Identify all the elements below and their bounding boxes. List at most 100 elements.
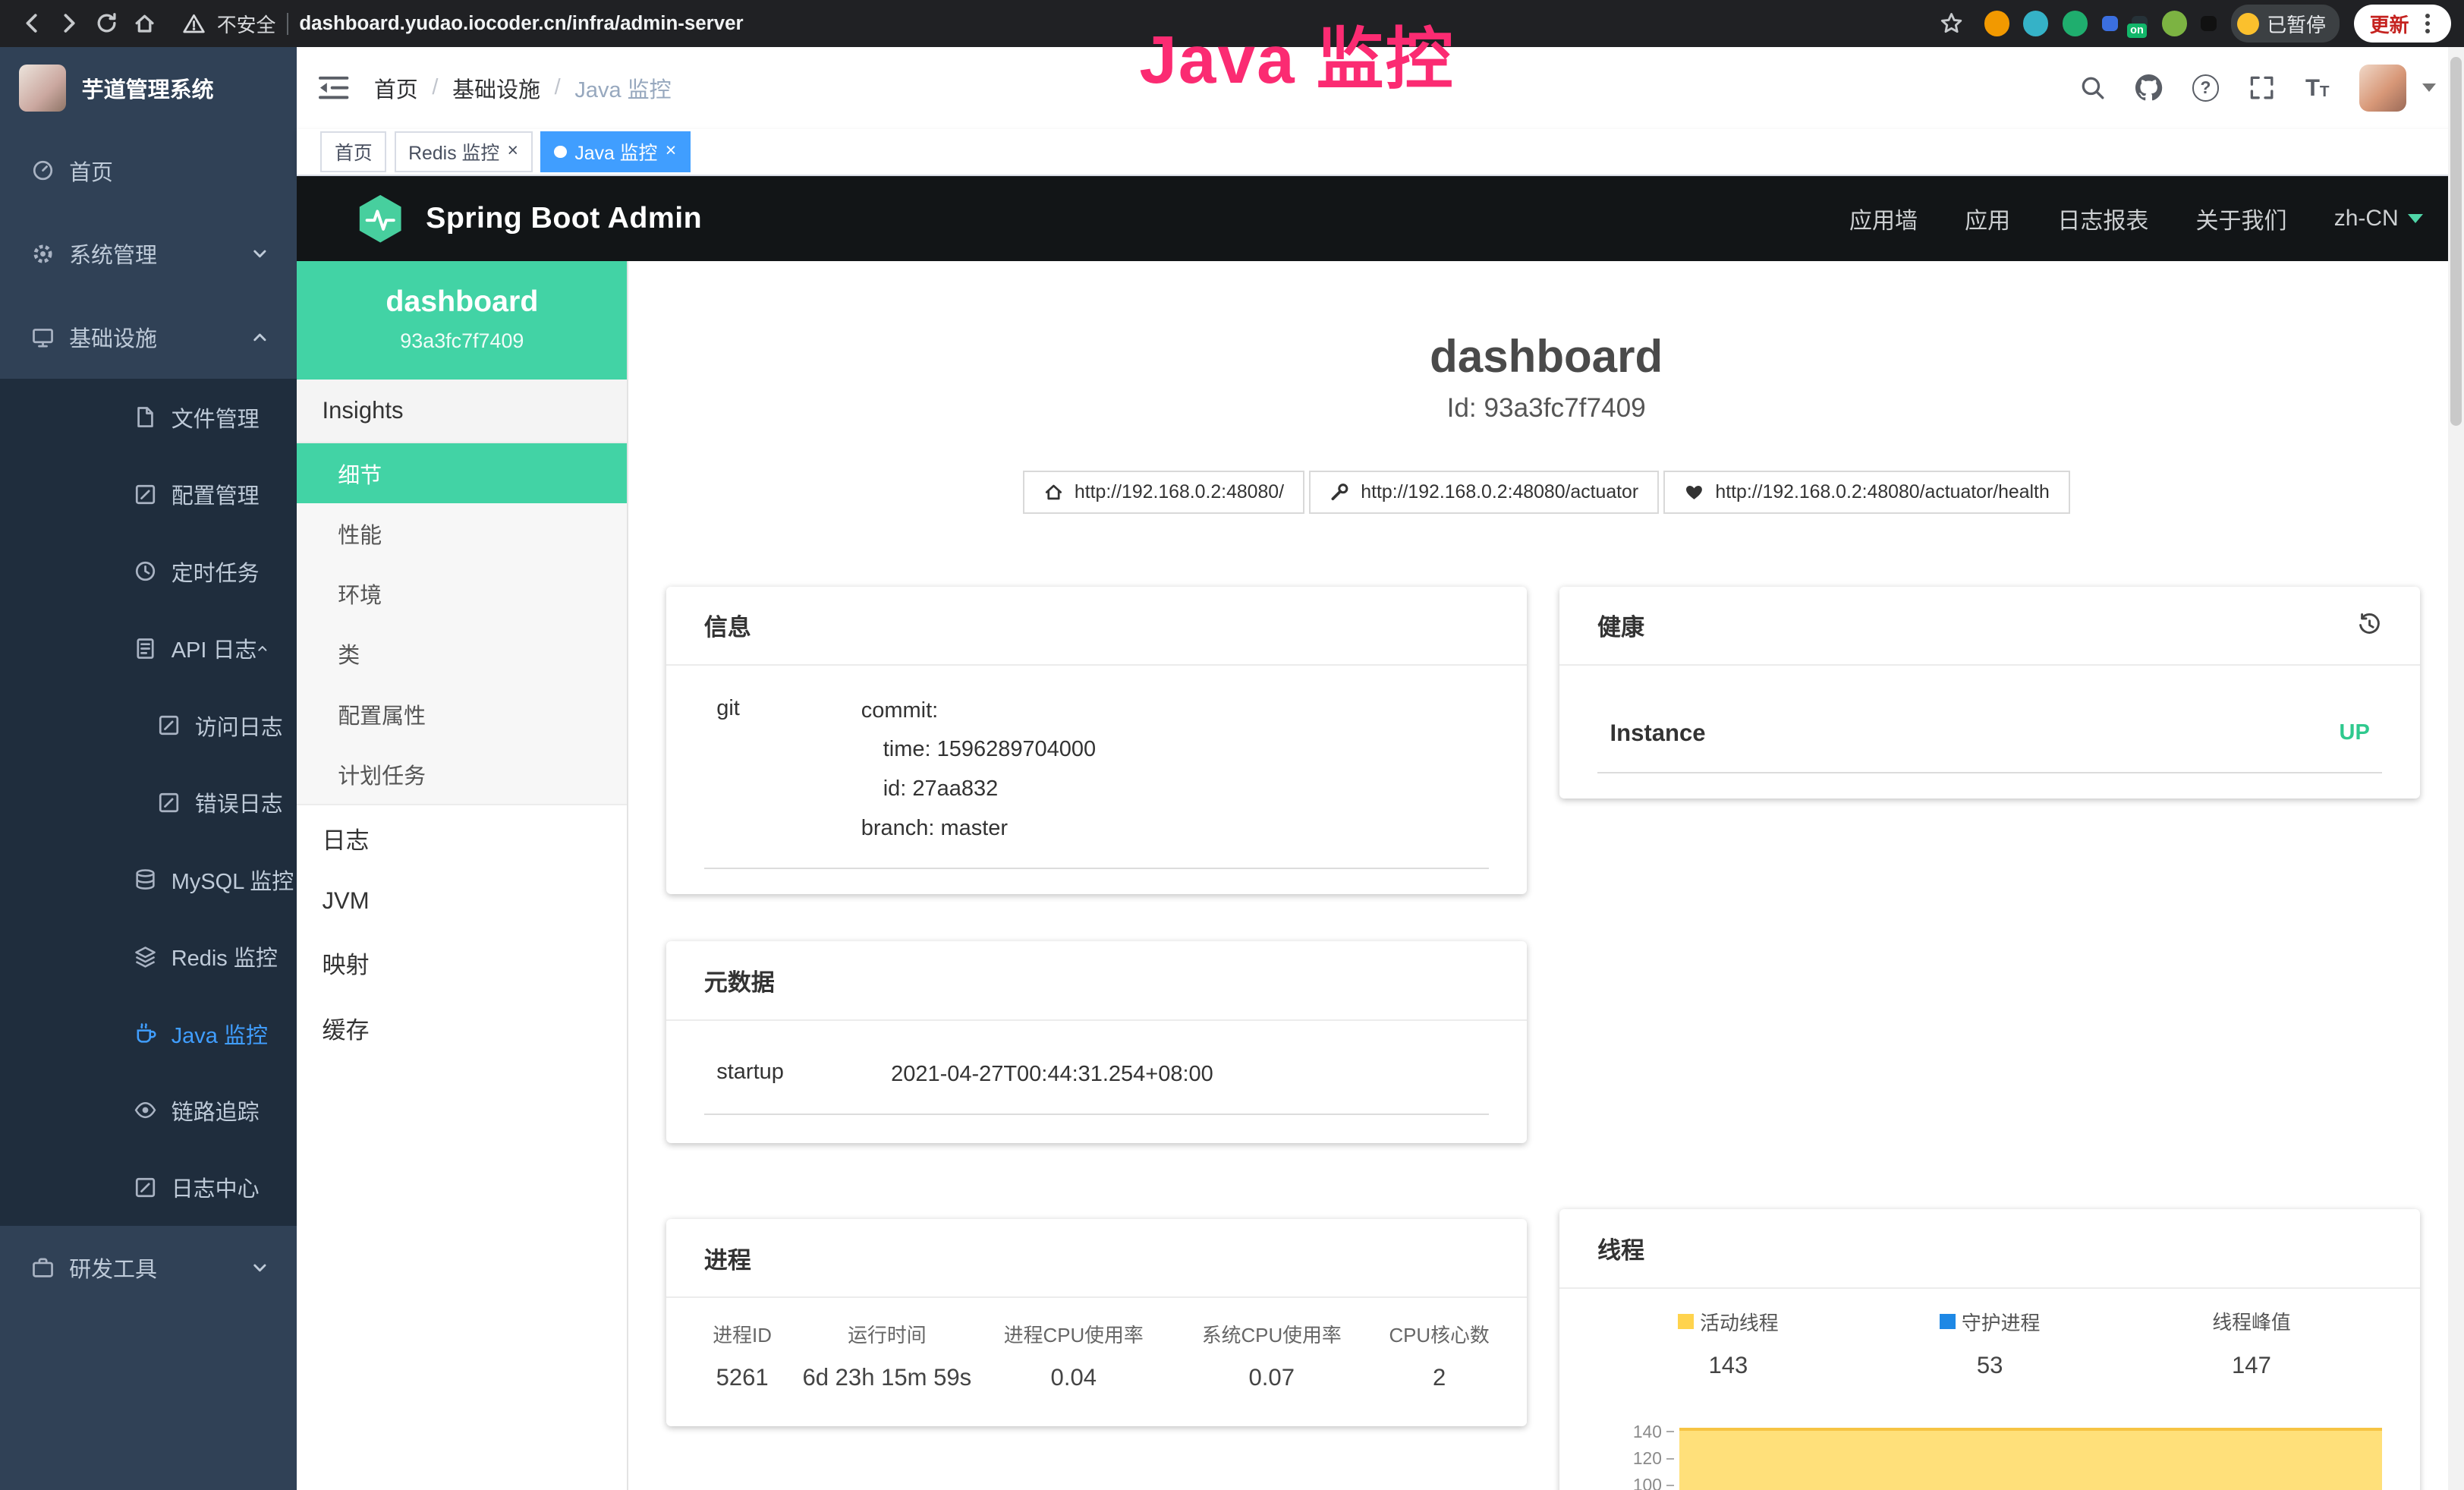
cards-area: 信息 git commit: time: 1596289704000 id: 2… xyxy=(666,587,2420,1490)
sidebar-item-api-logs[interactable]: API 日志 xyxy=(0,610,297,686)
file-icon xyxy=(134,405,157,429)
nav-item-classes[interactable]: 类 xyxy=(297,624,627,684)
extension-icon-3[interactable] xyxy=(2063,11,2088,36)
nav-group-jvm[interactable]: JVM xyxy=(297,871,627,930)
sidebar-item-file-mgmt[interactable]: 文件管理 xyxy=(0,379,297,455)
browser-refresh-icon[interactable] xyxy=(88,5,126,43)
sba-brand-title[interactable]: Spring Boot Admin xyxy=(426,201,702,235)
sidebar-item-infrastructure[interactable]: 基础设施 xyxy=(0,295,297,379)
tab-close-icon[interactable]: × xyxy=(508,142,519,161)
sidebar-item-redis-monitor[interactable]: Redis 监控 xyxy=(0,918,297,994)
sidebar-item-label: Redis 监控 xyxy=(172,940,278,972)
column-header: 进程ID xyxy=(685,1320,800,1348)
sidebar-item-trace[interactable]: 链路追踪 xyxy=(0,1072,297,1148)
sidebar-item-system-mgmt[interactable]: 系统管理 xyxy=(0,213,297,296)
tab-label: 首页 xyxy=(335,138,373,165)
nav-item-scheduled-tasks[interactable]: 计划任务 xyxy=(297,744,627,804)
sba-menu-about[interactable]: 关于我们 xyxy=(2196,202,2287,235)
sidebar-submenu-infrastructure: 文件管理 配置管理 定时任务 API 日志 xyxy=(0,379,297,1226)
edit-square-icon xyxy=(134,483,157,506)
browser-back-icon[interactable] xyxy=(13,5,51,43)
database-icon xyxy=(134,868,157,891)
nav-group-mappings[interactable]: 映射 xyxy=(297,930,627,995)
extension-icon-2[interactable] xyxy=(2023,11,2048,36)
avatar-caret-icon[interactable] xyxy=(2422,83,2436,92)
paused-profile-badge[interactable]: 已暂停 xyxy=(2231,5,2340,42)
font-size-icon[interactable]: TT xyxy=(2305,76,2330,99)
search-icon[interactable] xyxy=(2079,74,2106,101)
sba-locale-select[interactable]: zh-CN xyxy=(2334,206,2423,232)
nav-group-logs[interactable]: 日志 xyxy=(297,805,627,871)
breadcrumb-item-home[interactable]: 首页 xyxy=(374,72,418,104)
history-icon[interactable] xyxy=(2357,613,2382,638)
help-icon[interactable]: ? xyxy=(2192,74,2219,101)
git-commit-line: commit: xyxy=(861,691,1096,731)
sidebar-item-mysql-monitor[interactable]: MySQL 监控 xyxy=(0,841,297,918)
fullscreen-icon[interactable] xyxy=(2248,74,2275,101)
health-status-badge: UP xyxy=(2340,720,2370,745)
smiley-avatar-icon xyxy=(2237,13,2259,35)
extension-icon-5[interactable]: on xyxy=(2132,16,2148,32)
sidebar-item-home[interactable]: 首页 xyxy=(0,129,297,213)
extension-icon-6[interactable] xyxy=(2162,11,2187,36)
tab-label: Redis 监控 xyxy=(408,138,499,165)
nav-item-details[interactable]: 细节 xyxy=(297,443,627,503)
threads-card-title: 线程 xyxy=(1559,1209,2420,1289)
sba-menu-wallboard[interactable]: 应用墙 xyxy=(1849,202,1918,235)
y-axis-tick: 120 xyxy=(1597,1450,1674,1467)
browser-update-button[interactable]: 更新 xyxy=(2354,5,2451,42)
sidebar-item-label: 首页 xyxy=(69,155,113,187)
threads-legend: 活动线程 143 守护进程 53 线程峰值 xyxy=(1597,1307,2382,1379)
nav-item-environment[interactable]: 环境 xyxy=(297,563,627,623)
extension-icon-1[interactable] xyxy=(1984,11,2009,36)
tab-redis-monitor[interactable]: Redis 监控 × xyxy=(395,131,533,172)
dashboard-gauge-icon xyxy=(31,159,55,182)
metadata-key: startup xyxy=(716,1055,891,1095)
bookmark-star-icon[interactable] xyxy=(1932,5,1970,43)
sidebar-toggle-icon[interactable] xyxy=(319,74,348,101)
address-bar[interactable]: 不安全 dashboard.yudao.iocoder.cn/infra/adm… xyxy=(182,10,743,38)
github-icon[interactable] xyxy=(2135,74,2162,101)
instance-link-actuator[interactable]: http://192.168.0.2:48080/actuator xyxy=(1309,471,1659,514)
instance-header[interactable]: dashboard 93a3fc7f7409 xyxy=(297,261,627,380)
nav-item-performance[interactable]: 性能 xyxy=(297,503,627,563)
instance-link-root[interactable]: http://192.168.0.2:48080/ xyxy=(1023,471,1304,514)
sba-menu: 应用墙 应用 日志报表 关于我们 zh-CN xyxy=(1849,202,2423,235)
spring-boot-admin-logo-icon[interactable] xyxy=(354,192,407,245)
user-avatar[interactable] xyxy=(2359,65,2406,112)
sidebar-item-scheduled-tasks[interactable]: 定时任务 xyxy=(0,533,297,610)
app-logo[interactable]: 芋道管理系统 xyxy=(0,47,297,129)
breadcrumb-item-infrastructure[interactable]: 基础设施 xyxy=(452,72,540,104)
instance-link-health[interactable]: http://192.168.0.2:48080/actuator/health xyxy=(1663,471,2069,514)
process-column-system-cpu: 系统CPU使用率 0.07 xyxy=(1172,1320,1370,1391)
tab-home[interactable]: 首页 xyxy=(320,131,386,172)
tab-close-icon[interactable]: × xyxy=(666,142,677,161)
tab-java-monitor[interactable]: Java 监控 × xyxy=(540,131,691,172)
scrollbar-thumb[interactable] xyxy=(2450,57,2461,427)
nav-group-insights[interactable]: Insights xyxy=(297,380,627,443)
browser-home-icon[interactable] xyxy=(126,5,164,43)
browser-menu-kebab-icon[interactable] xyxy=(2420,14,2436,34)
sba-menu-journal[interactable]: 日志报表 xyxy=(2057,202,2148,235)
edit-square-icon xyxy=(134,1176,157,1199)
sidebar-item-error-logs[interactable]: 错误日志 xyxy=(0,764,297,840)
y-axis-tick: 140 xyxy=(1597,1423,1674,1441)
nav-item-config-properties[interactable]: 配置属性 xyxy=(297,684,627,744)
legend-label: 守护进程 xyxy=(1962,1308,2041,1336)
process-card: 进程 进程ID 5261 运行时间 6d 23h 15m 59s xyxy=(666,1219,1527,1426)
health-row-instance: Instance UP xyxy=(1597,720,2382,773)
browser-forward-icon[interactable] xyxy=(50,5,88,43)
coffee-cup-icon xyxy=(134,1022,157,1045)
sba-menu-applications[interactable]: 应用 xyxy=(1965,202,2010,235)
sidebar-item-config-mgmt[interactable]: 配置管理 xyxy=(0,456,297,533)
nav-group-caches[interactable]: 缓存 xyxy=(297,996,627,1061)
legend-swatch-blue xyxy=(1940,1314,1956,1330)
column-header: CPU核心数 xyxy=(1370,1320,1508,1348)
extension-icon-7[interactable] xyxy=(2201,16,2217,32)
sidebar-item-dev-tools[interactable]: 研发工具 xyxy=(0,1226,297,1309)
sidebar-item-access-logs[interactable]: 访问日志 xyxy=(0,687,297,764)
sidebar-item-java-monitor[interactable]: Java 监控 xyxy=(0,995,297,1072)
sidebar-item-label: 配置管理 xyxy=(172,478,260,510)
extension-icon-4[interactable] xyxy=(2102,16,2118,32)
sidebar-item-log-center[interactable]: 日志中心 xyxy=(0,1149,297,1226)
